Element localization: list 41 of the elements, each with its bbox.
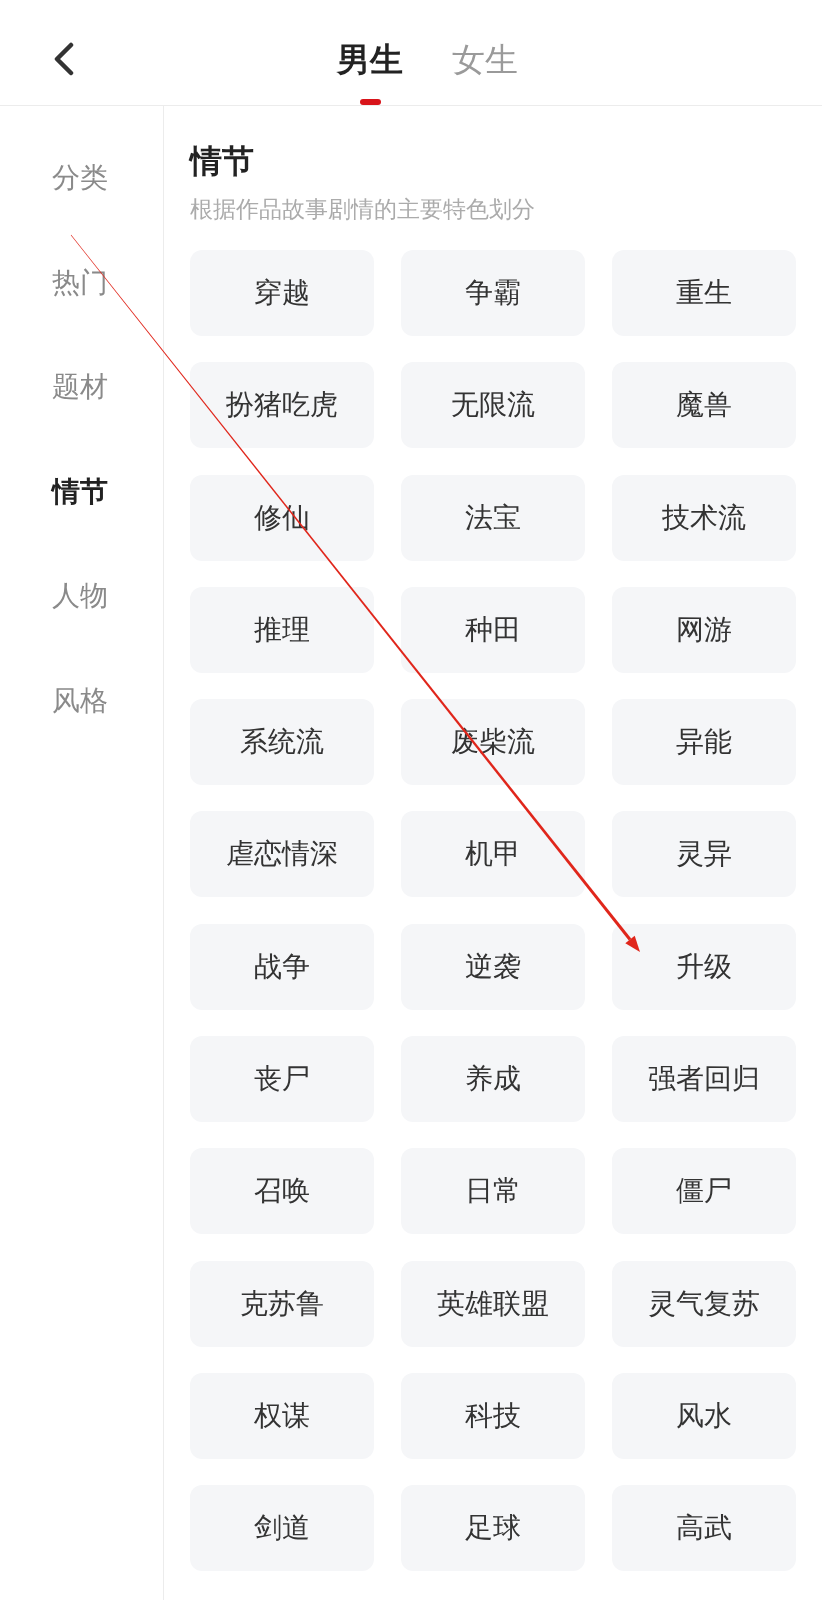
tag-button[interactable]: 扮猪吃虎 [190,362,374,449]
back-button[interactable] [52,42,76,76]
tag-button[interactable]: 科技 [401,1372,585,1459]
back-icon [52,42,76,76]
tag-button[interactable]: 灵气复苏 [612,1260,796,1347]
tag-button[interactable]: 升级 [612,923,796,1010]
tag-button[interactable]: 养成 [401,1036,585,1123]
tag-button[interactable]: 灵异 [612,811,796,898]
tag-button[interactable]: 英雄联盟 [401,1260,585,1347]
tag-button[interactable]: 机甲 [401,811,585,898]
tag-button[interactable]: 日常 [401,1148,585,1235]
tag-button[interactable]: 高武 [612,1485,796,1572]
tag-button[interactable]: 强者回归 [612,1036,796,1123]
tag-button[interactable]: 穿越 [190,250,374,336]
tag-button[interactable]: 逆袭 [401,923,585,1010]
tag-button[interactable]: 剑道 [190,1485,374,1572]
tag-button[interactable]: 网游 [612,586,796,673]
tag-button[interactable]: 足球 [401,1485,585,1572]
tag-button[interactable]: 系统流 [190,699,374,786]
tab[interactable]: 男生 [337,0,403,105]
tag-button[interactable]: 风水 [612,1372,796,1459]
tag-button[interactable]: 争霸 [401,250,585,336]
tag-button[interactable]: 异能 [612,699,796,786]
tag-button[interactable]: 克苏鲁 [190,1260,374,1347]
tag-button[interactable]: 无限流 [401,362,585,449]
tab-underline [359,99,381,105]
section-title: 情节 [190,142,255,181]
tag-button[interactable]: 僵尸 [612,1148,796,1235]
tag-button[interactable]: 虐恋情深 [190,811,374,898]
tag-button[interactable]: 权谋 [190,1372,374,1459]
tag-button[interactable]: 魔兽 [612,362,796,449]
tag-button[interactable]: 召唤 [190,1148,374,1235]
tag-button[interactable]: 种田 [401,586,585,673]
tag-button[interactable]: 战争 [190,923,374,1010]
section-subtitle: 根据作品故事剧情的主要特色划分 [190,196,536,224]
tag-button[interactable]: 重生 [612,250,796,336]
tag-button[interactable]: 法宝 [401,474,585,561]
tag-button[interactable]: 丧尸 [190,1036,374,1123]
sidebar-item[interactable]: 情节 [0,439,163,544]
tag-button[interactable]: 技术流 [612,474,796,561]
tag-button[interactable]: 推理 [190,586,374,673]
